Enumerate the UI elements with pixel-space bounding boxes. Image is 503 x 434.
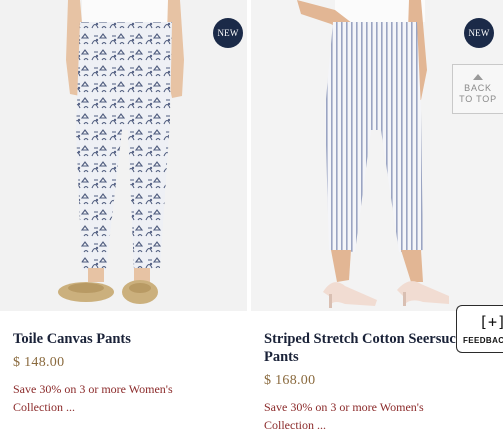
product-price: $ 148.00 [13,355,65,370]
new-badge: NEW [213,18,243,48]
promo-text[interactable]: Save 30% on 3 or more Women's Collection… [264,398,464,434]
back-to-top-line2: TO TOP [459,93,497,104]
chevron-up-icon [473,73,483,80]
product-price: $ 168.00 [264,373,316,388]
plus-icon: [+] [479,313,503,331]
product-name[interactable]: Toile Canvas Pants [13,330,243,348]
product-image[interactable]: NEW [0,0,247,311]
product-card[interactable]: Striped Stretch Cotton Seersucker Pants … [251,0,503,432]
new-badge: NEW [464,18,494,48]
seersucker-pants-photo [251,0,503,311]
product-image[interactable] [251,0,503,311]
back-to-top-line1: BACK [464,82,492,93]
feedback-button[interactable]: [+] FEEDBACK [456,305,503,353]
product-card[interactable]: NEW Toile Canvas Pants $ 148.00 Save 30%… [0,0,247,414]
promo-text[interactable]: Save 30% on 3 or more Women's Collection… [13,380,213,416]
feedback-label: FEEDBACK [463,336,503,345]
back-to-top-button[interactable]: BACK TO TOP [452,64,503,114]
toile-pants-photo [0,0,247,311]
